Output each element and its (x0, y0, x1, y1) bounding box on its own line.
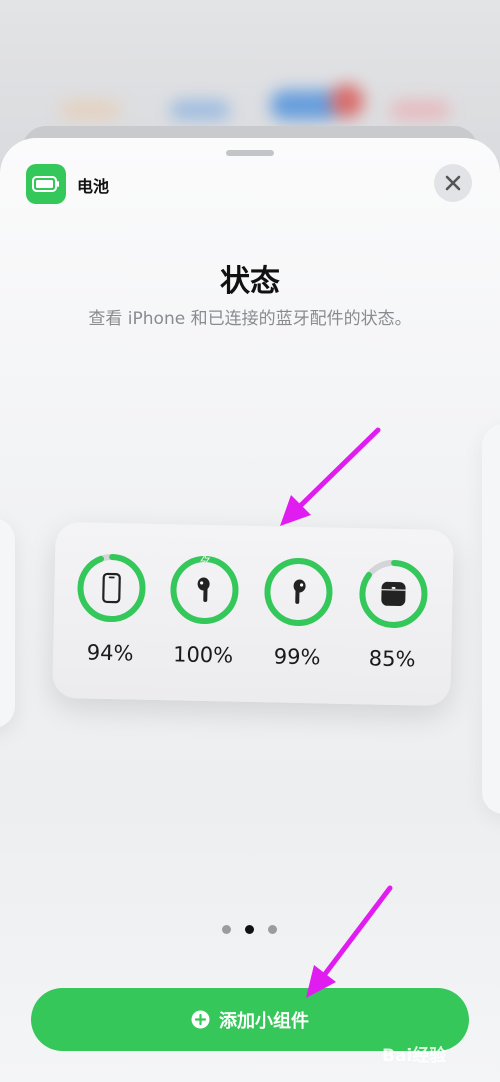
next-widget-preview[interactable] (482, 424, 500, 814)
device-gauge-airpod-left: 100% (164, 552, 244, 668)
battery-percent: 100% (172, 642, 234, 668)
airpod-icon (197, 577, 210, 602)
battery-percent: 99% (273, 644, 321, 670)
sheet-grabber[interactable] (226, 150, 274, 156)
battery-percent: 94% (86, 640, 134, 666)
close-icon (445, 175, 461, 191)
page-subtitle: 查看 iPhone 和已连接的蓝牙配件的状态。 (88, 309, 412, 329)
page-indicator[interactable] (222, 925, 277, 934)
app-name: 电池 (77, 177, 110, 196)
device-gauge-iphone: 94% (71, 550, 151, 666)
page-dot-active[interactable] (245, 925, 254, 934)
airpods-case-icon (381, 581, 406, 607)
device-gauge-case: 85% (353, 556, 433, 672)
battery-icon (32, 176, 59, 192)
page-title: 状态 (220, 264, 280, 299)
battery-widget-preview[interactable]: 94% 100% 99% 85% (52, 521, 454, 707)
plus-circle-icon (191, 1010, 210, 1029)
close-button[interactable] (434, 164, 472, 202)
charging-bolt-icon (200, 552, 211, 568)
airpod-icon (293, 579, 306, 604)
battery-percent: 85% (368, 646, 416, 672)
battery-app-icon (26, 164, 66, 204)
page-dot[interactable] (268, 925, 277, 934)
device-gauge-airpod-right: 99% (258, 554, 338, 670)
page-dot[interactable] (222, 925, 231, 934)
watermark: Bai经验 (382, 1030, 492, 1076)
iphone-icon (102, 572, 121, 604)
widget-gallery-sheet: 电池 状态 查看 iPhone 和已连接的蓝牙配件的状态。 94% 100% 9… (0, 138, 500, 1082)
gauge-fill (77, 554, 146, 623)
previous-widget-preview[interactable] (0, 518, 15, 728)
watermark-text: Bai经验 (382, 1045, 447, 1066)
add-widget-label: 添加小组件 (219, 1010, 309, 1032)
